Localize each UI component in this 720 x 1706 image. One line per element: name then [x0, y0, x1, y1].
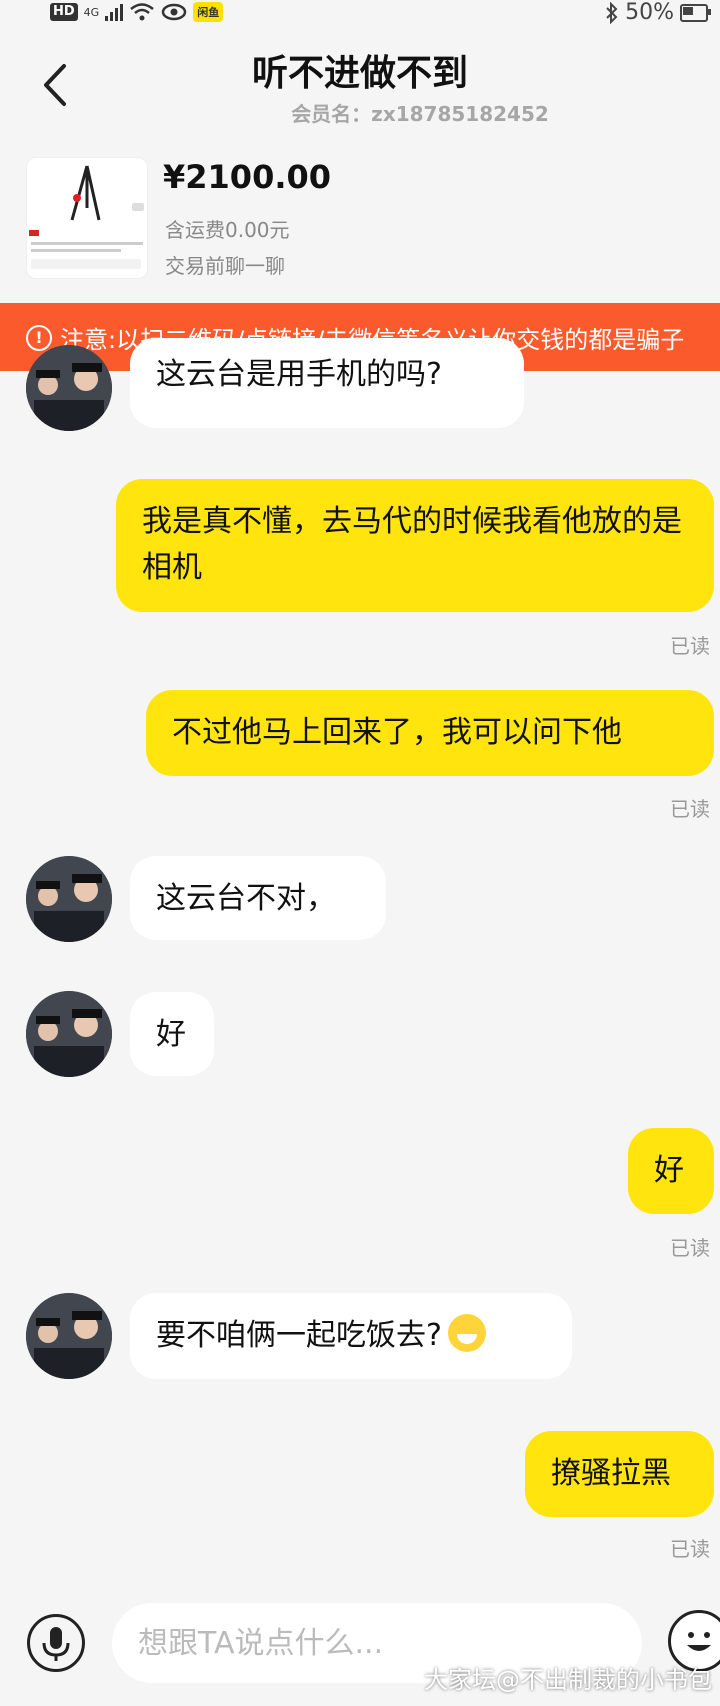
shipping-fee: 含运费0.00元	[165, 218, 290, 242]
product-price: ¥2100.00	[163, 158, 332, 196]
hd-indicator: HD	[50, 3, 78, 21]
message-bubble[interactable]: 这云台不对，	[130, 856, 386, 940]
product-image	[29, 165, 144, 269]
avatar[interactable]	[26, 345, 112, 431]
app-badge: 闲鱼	[193, 2, 224, 22]
member-name: 会员名：zx18785182452	[291, 102, 549, 126]
grin-emoji-icon	[447, 1314, 486, 1352]
message-bubble[interactable]: 我是真不懂，去马代的时候我看他放的是相机	[116, 479, 714, 612]
message-bubble[interactable]: 撩骚拉黑	[525, 1431, 714, 1517]
read-status: 已读	[670, 634, 710, 658]
alert-icon: !	[26, 325, 52, 351]
avatar[interactable]	[26, 991, 112, 1077]
network-type: 4G	[83, 5, 100, 19]
watermark: 大家坛@不出制裁的小书包	[424, 1666, 712, 1694]
message-text: 要不咱俩一起吃饭去?	[156, 1318, 442, 1353]
signal-icon	[105, 3, 124, 21]
read-status: 已读	[670, 1236, 710, 1260]
avatar[interactable]	[26, 1293, 112, 1379]
message-bubble[interactable]: 要不咱俩一起吃饭去?	[130, 1293, 572, 1379]
page-title: 听不进做不到	[251, 53, 468, 94]
status-bar: HD 4G 闲鱼 50%	[0, 0, 720, 30]
message-bubble[interactable]: 不过他马上回来了，我可以问下他	[146, 690, 714, 776]
message-bubble[interactable]: 这云台是用手机的吗?	[130, 338, 524, 428]
eye-icon	[161, 3, 187, 21]
message-bubble[interactable]: 好	[130, 992, 214, 1076]
read-status: 已读	[670, 797, 710, 821]
wifi-icon	[130, 3, 154, 21]
read-status: 已读	[670, 1537, 710, 1561]
voice-input-button[interactable]	[27, 1614, 85, 1672]
message-bubble[interactable]: 好	[628, 1128, 714, 1214]
product-thumbnail[interactable]	[26, 157, 148, 279]
avatar[interactable]	[26, 856, 112, 942]
battery-icon	[680, 3, 711, 22]
battery-percent: 50%	[625, 0, 674, 25]
bluetooth-icon	[606, 1, 618, 24]
microphone-icon	[42, 1627, 70, 1661]
chat-hint: 交易前聊一聊	[165, 254, 285, 278]
